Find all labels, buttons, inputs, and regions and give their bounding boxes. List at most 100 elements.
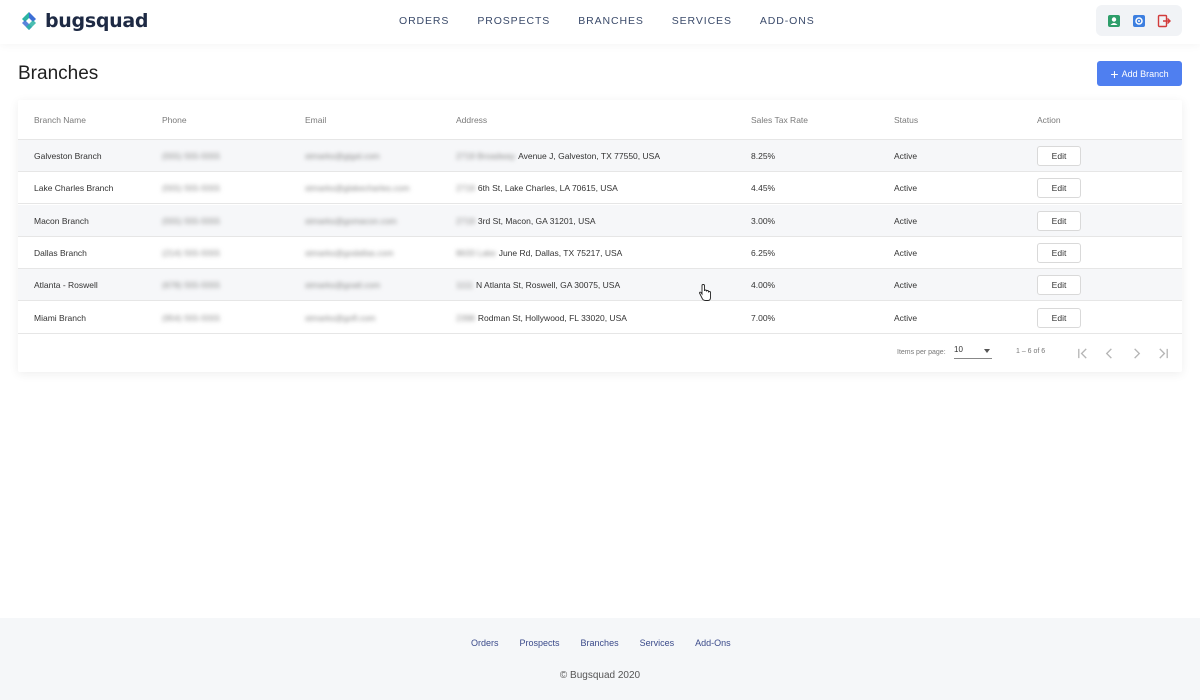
nav-services[interactable]: SERVICES bbox=[672, 15, 732, 27]
main-nav: ORDERS PROSPECTS BRANCHES SERVICES ADD-O… bbox=[399, 15, 843, 27]
address-street-number: 2719 bbox=[456, 215, 475, 226]
phone-cell: (555) 555-5555 bbox=[162, 215, 221, 226]
footer-link-services[interactable]: Services bbox=[640, 638, 675, 648]
next-page-icon[interactable] bbox=[1129, 346, 1143, 360]
address-text: Rodman St, Hollywood, FL 33020, USA bbox=[477, 312, 627, 323]
branch-name-cell: Lake Charles Branch bbox=[34, 183, 114, 194]
table-row: Atlanta - Roswell (678) 555-5555 stmarks@g… bbox=[18, 269, 1182, 302]
branch-name-cell: Atlanta - Roswell bbox=[34, 280, 98, 291]
email-cell: stmarks@gigal.com bbox=[305, 151, 380, 161]
items-per-page-value: 10 bbox=[954, 345, 963, 354]
table-row: Dallas Branch (214) 555-5555 stmarks@godal… bbox=[18, 236, 1182, 269]
logout-icon[interactable] bbox=[1157, 14, 1172, 28]
phone-cell: (678) 555-5555 bbox=[162, 280, 221, 291]
hand-cursor-icon bbox=[699, 284, 711, 301]
address-text: N Atlanta St, Roswell, GA 30075, USA bbox=[476, 280, 621, 291]
add-branch-button[interactable]: + Add Branch bbox=[1097, 61, 1182, 86]
phone-cell: (954) 555-5555 bbox=[162, 312, 221, 323]
sales-tax-cell: 4.45% bbox=[751, 183, 776, 194]
logo-mark-icon bbox=[22, 12, 36, 30]
nav-add-ons[interactable]: ADD-ONS bbox=[760, 15, 815, 27]
table-row: Galveston Branch (555) 555-5555 stmarks@gi… bbox=[18, 140, 1182, 172]
email-cell: stmarks@goatl.com bbox=[305, 280, 381, 291]
items-per-page-label: Items per page: bbox=[897, 349, 946, 356]
address-cell: 2719 6th St, Lake Charles, LA 70615, USA bbox=[456, 183, 618, 193]
col-email[interactable]: Email bbox=[305, 115, 326, 125]
col-status[interactable]: Status bbox=[894, 115, 918, 125]
address-street-number: 1111 bbox=[456, 280, 474, 291]
top-header: bugsquad ORDERS PROSPECTS BRANCHES SERVI… bbox=[0, 0, 1200, 44]
address-text: 6th St, Lake Charles, LA 70615, USA bbox=[477, 183, 618, 194]
table-row: Lake Charles Branch (555) 555-5555 stmarks… bbox=[18, 172, 1182, 205]
branch-name-cell: Macon Branch bbox=[34, 215, 89, 226]
header-actions bbox=[1096, 5, 1182, 36]
address-cell: 1111 N Atlanta St, Roswell, GA 30075, USA bbox=[456, 280, 620, 290]
status-cell: Active bbox=[894, 312, 918, 323]
col-phone[interactable]: Phone bbox=[162, 115, 187, 125]
items-per-page-select[interactable]: 10 bbox=[954, 345, 992, 359]
col-action: Action bbox=[1037, 115, 1061, 125]
prev-page-icon[interactable] bbox=[1102, 346, 1116, 360]
address-cell: 2719 Broadway Avenue J, Galveston, TX 775… bbox=[456, 151, 660, 161]
paginator: Items per page: 10 1 – 6 of 6 bbox=[18, 340, 1182, 368]
copyright: © Bugsquad 2020 bbox=[559, 670, 641, 681]
edit-button[interactable]: Edit bbox=[1037, 178, 1081, 199]
table-row: Macon Branch (555) 555-5555 stmarks@gomaco… bbox=[18, 204, 1182, 237]
user-icon[interactable] bbox=[1107, 14, 1121, 28]
plus-icon: + bbox=[1110, 65, 1119, 82]
last-page-icon[interactable] bbox=[1156, 346, 1170, 360]
address-street-number: 2398 bbox=[456, 312, 475, 323]
phone-cell: (214) 555-5555 bbox=[162, 247, 221, 258]
address-cell: 2719 3rd St, Macon, GA 31201, USA bbox=[456, 216, 596, 226]
nav-orders[interactable]: ORDERS bbox=[399, 15, 449, 27]
sales-tax-cell: 4.00% bbox=[751, 280, 776, 291]
address-street-number: 2719 bbox=[456, 183, 475, 194]
status-cell: Active bbox=[894, 215, 918, 226]
sales-tax-cell: 7.00% bbox=[751, 312, 776, 323]
chevron-down-icon bbox=[984, 349, 990, 353]
footer-link-branches[interactable]: Branches bbox=[581, 638, 619, 648]
nav-branches[interactable]: BRANCHES bbox=[578, 15, 644, 27]
status-cell: Active bbox=[894, 151, 918, 161]
sales-tax-cell: 3.00% bbox=[751, 215, 776, 226]
branch-name-cell: Miami Branch bbox=[34, 312, 86, 323]
email-cell: stmarks@godallas.com bbox=[305, 247, 394, 258]
phone-cell: (555) 555-5555 bbox=[162, 151, 221, 161]
sales-tax-cell: 8.25% bbox=[751, 151, 776, 161]
address-cell: 2398 Rodman St, Hollywood, FL 33020, USA bbox=[456, 313, 627, 323]
logo[interactable]: bugsquad bbox=[18, 9, 148, 33]
footer-link-add-ons[interactable]: Add-Ons bbox=[695, 638, 731, 648]
address-street-number: 8633 Lake bbox=[456, 247, 496, 258]
edit-button[interactable]: Edit bbox=[1037, 210, 1081, 231]
footer-nav: Orders Prospects Branches Services Add-O… bbox=[471, 638, 752, 648]
table-row: Miami Branch (954) 555-5555 stmarks@gofl.c… bbox=[18, 301, 1182, 334]
branch-name-cell: Galveston Branch bbox=[34, 151, 102, 161]
edit-button[interactable]: Edit bbox=[1037, 307, 1081, 328]
gear-icon[interactable] bbox=[1132, 14, 1146, 28]
col-address[interactable]: Address bbox=[456, 115, 487, 125]
table-header: Branch Name Phone Email Address Sales Ta… bbox=[18, 100, 1182, 140]
address-street-number: 2719 Broadway bbox=[456, 151, 516, 161]
status-cell: Active bbox=[894, 280, 918, 291]
email-cell: stmarks@gomacon.com bbox=[305, 215, 397, 226]
address-text: 3rd St, Macon, GA 31201, USA bbox=[477, 215, 596, 226]
sales-tax-cell: 6.25% bbox=[751, 247, 776, 258]
phone-cell: (555) 555-5555 bbox=[162, 183, 221, 194]
edit-button[interactable]: Edit bbox=[1037, 146, 1081, 166]
first-page-icon[interactable] bbox=[1075, 346, 1089, 360]
address-cell: 8633 Lake June Rd, Dallas, TX 75217, USA bbox=[456, 248, 622, 258]
email-cell: stmarks@glakecharles.com bbox=[305, 183, 410, 194]
nav-prospects[interactable]: PROSPECTS bbox=[477, 15, 550, 27]
edit-button[interactable]: Edit bbox=[1037, 275, 1081, 296]
add-branch-label: Add Branch bbox=[1121, 68, 1169, 79]
footer: Orders Prospects Branches Services Add-O… bbox=[0, 618, 1200, 700]
col-sales-tax-rate[interactable]: Sales Tax Rate bbox=[751, 115, 808, 125]
status-cell: Active bbox=[894, 183, 918, 194]
page-range: 1 – 6 of 6 bbox=[1016, 348, 1046, 355]
brand-name: bugsquad bbox=[45, 10, 149, 32]
col-branch-name[interactable]: Branch Name bbox=[34, 115, 86, 125]
edit-button[interactable]: Edit bbox=[1037, 242, 1081, 263]
footer-link-prospects[interactable]: Prospects bbox=[520, 638, 560, 648]
branch-name-cell: Dallas Branch bbox=[34, 247, 87, 258]
footer-link-orders[interactable]: Orders bbox=[471, 638, 499, 648]
